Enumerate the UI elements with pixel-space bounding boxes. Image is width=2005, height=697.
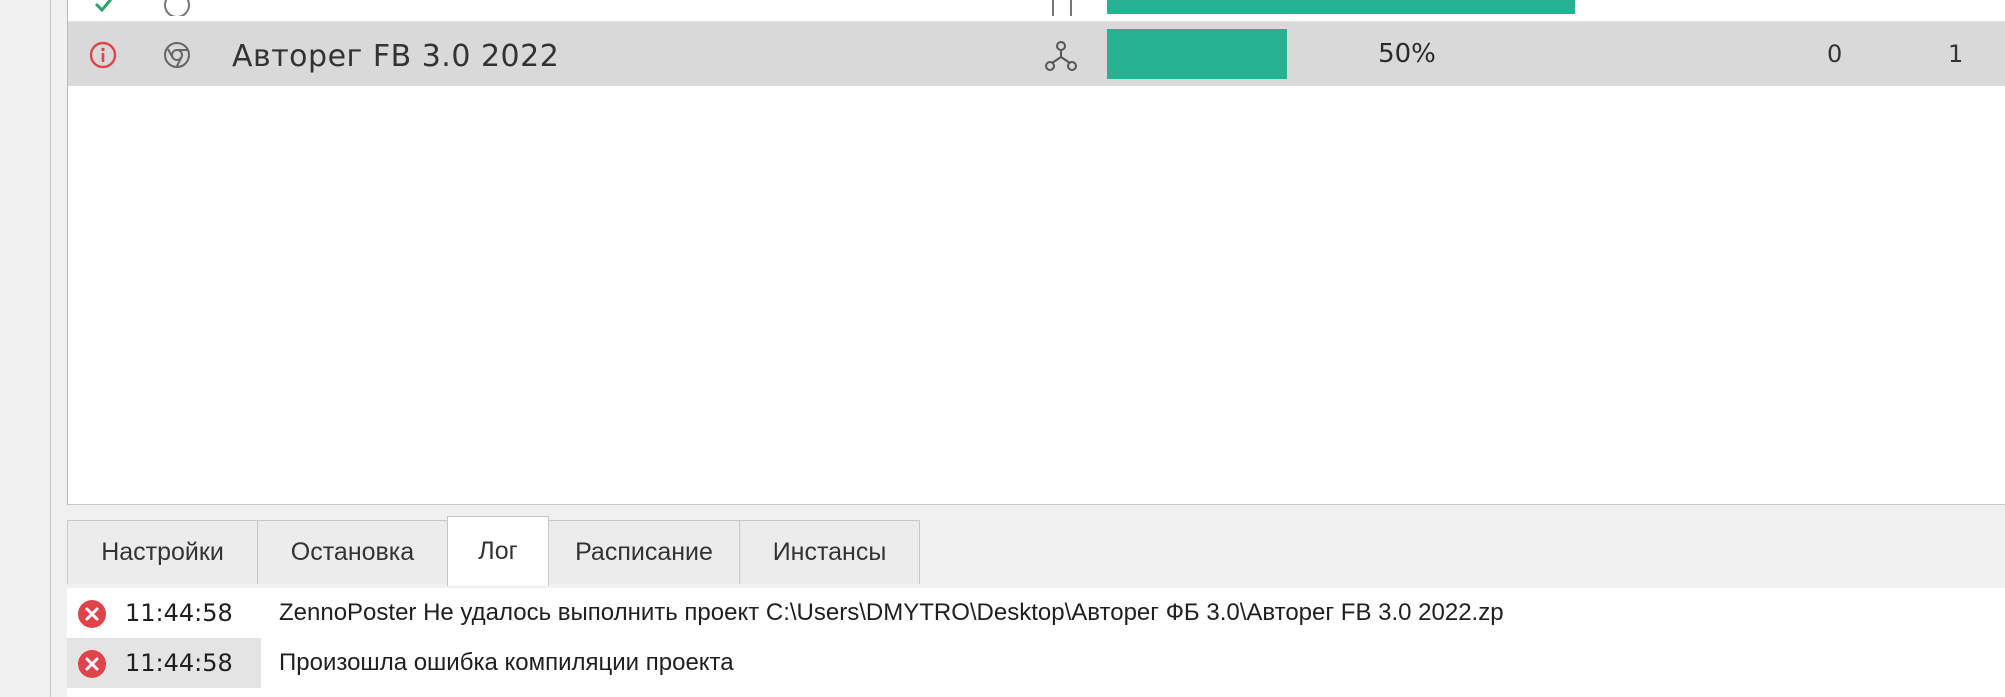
- count-b: 1: [1948, 40, 1964, 68]
- log-time: 11:44:58: [125, 599, 233, 627]
- task-row-selected[interactable]: Авторег FB 3.0 2022 50% 0 1: [68, 22, 2005, 86]
- count-a: 0: [1827, 40, 1843, 68]
- error-x-icon: [77, 599, 107, 629]
- browser-icon: [162, 0, 192, 16]
- bottom-tabs: Настройки Остановка Лог Расписание Инста…: [67, 516, 2005, 588]
- tab-stop[interactable]: Остановка: [257, 520, 448, 584]
- chrome-icon: [162, 40, 192, 70]
- tab-schedule[interactable]: Расписание: [548, 520, 740, 584]
- progress-bar: [1107, 0, 1707, 14]
- task-row-partial[interactable]: [68, 0, 2005, 22]
- tab-instances[interactable]: Инстансы: [739, 520, 920, 584]
- left-margin: [0, 0, 50, 697]
- progress-fill: [1107, 0, 1575, 14]
- log-row: 11:44:58 Произошла ошибка компиляции про…: [67, 638, 2005, 688]
- log-message: Произошла ошибка компиляции проекта: [279, 649, 734, 676]
- progress-bar: 50%: [1107, 29, 1707, 79]
- tab-log[interactable]: Лог: [447, 516, 549, 586]
- progress-label: 50%: [1378, 39, 1436, 69]
- error-x-icon: [77, 649, 107, 679]
- document-icon: [1047, 0, 1077, 16]
- tasks-grid[interactable]: Авторег FB 3.0 2022 50% 0 1: [67, 0, 2005, 505]
- status-icon: [88, 0, 118, 16]
- left-divider: [50, 0, 51, 697]
- tab-settings[interactable]: Настройки: [67, 520, 258, 584]
- log-message: ZennoPoster Не удалось выполнить проект …: [279, 599, 1504, 626]
- log-row: 11:44:58 ZennoPoster Не удалось выполнит…: [67, 588, 2005, 638]
- task-name: Авторег FB 3.0 2022: [232, 39, 560, 74]
- error-circle-icon: [88, 40, 118, 70]
- log-panel[interactable]: 11:44:58 ZennoPoster Не удалось выполнит…: [67, 588, 2005, 697]
- log-time: 11:44:58: [125, 649, 233, 677]
- network-tree-icon: [1043, 38, 1079, 74]
